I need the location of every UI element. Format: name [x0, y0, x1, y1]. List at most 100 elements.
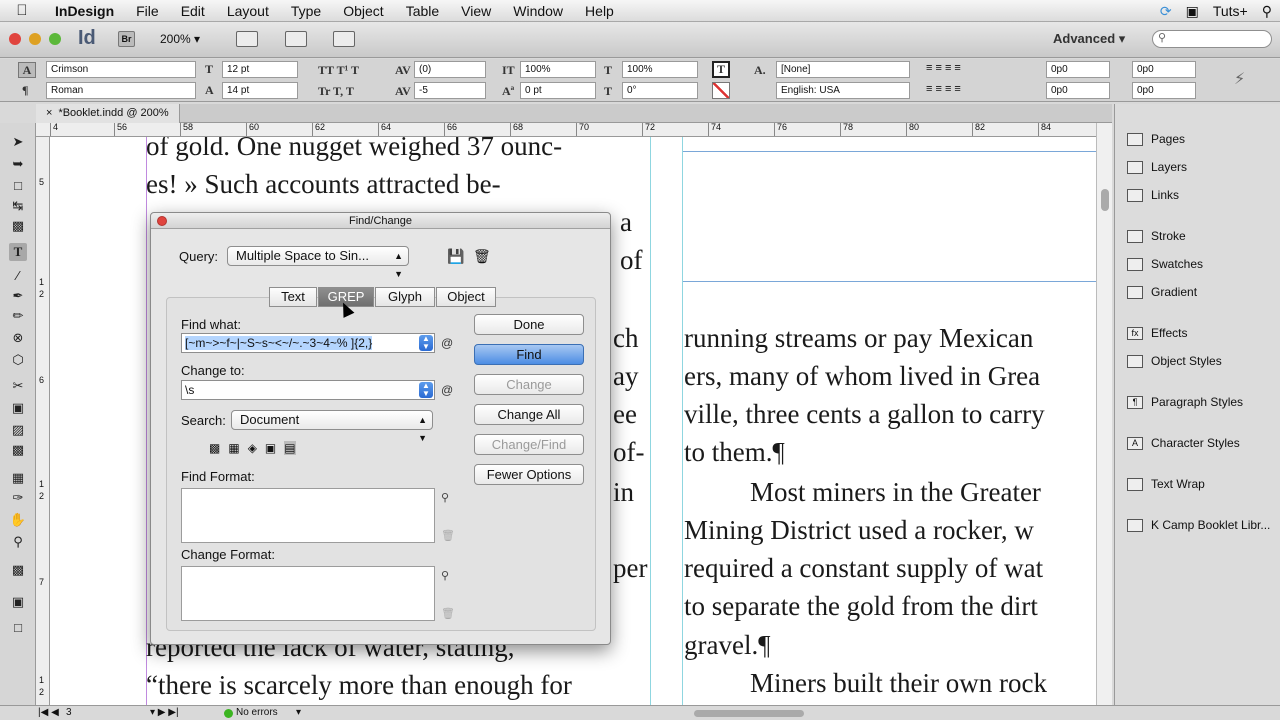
panel-pages[interactable]: Pages: [1127, 132, 1185, 146]
include-hidden-layers-icon[interactable]: ◈: [248, 441, 257, 455]
selection-tool-icon[interactable]: ➤: [9, 133, 27, 151]
panel-paragraph-styles[interactable]: ¶ Paragraph Styles: [1127, 395, 1243, 409]
kerning-field[interactable]: (0): [414, 61, 486, 78]
panel-links[interactable]: Links: [1127, 188, 1179, 202]
preflight-menu-icon[interactable]: ▾: [296, 707, 301, 718]
zoom-level-select[interactable]: 200% ▾: [160, 32, 200, 46]
search-scope-select[interactable]: Document ▲ ▼: [231, 410, 433, 443]
scissors-tool-icon[interactable]: ✂: [9, 377, 27, 395]
screen-mode-icon[interactable]: [285, 31, 307, 47]
direct-selection-tool-icon[interactable]: ➥: [9, 155, 27, 173]
apply-none-icon[interactable]: ▣: [9, 593, 27, 611]
eyedropper-tool-icon[interactable]: ✑: [9, 489, 27, 507]
change-to-history-icon[interactable]: ▲ ▼: [419, 382, 433, 398]
panel-text-wrap[interactable]: Text Wrap: [1127, 477, 1205, 491]
fill-stroke-icon[interactable]: ▩: [9, 561, 27, 579]
menu-table[interactable]: Table: [395, 0, 450, 22]
normal-view-icon[interactable]: □: [9, 619, 27, 637]
last-line-indent-field[interactable]: 0p0: [1132, 82, 1196, 99]
paragraph-justify-buttons[interactable]: ≡ ≡ ≡ ≡: [926, 83, 1022, 99]
menu-type[interactable]: Type: [280, 0, 332, 22]
tab-object[interactable]: Object: [436, 287, 496, 307]
change-all-button[interactable]: Change All: [474, 404, 584, 425]
left-indent-field[interactable]: 0p0: [1046, 61, 1110, 78]
character-formatting-icon[interactable]: A: [18, 62, 36, 78]
language-field[interactable]: English: USA: [776, 82, 910, 99]
zoom-tool-icon[interactable]: ⚲: [9, 533, 27, 551]
content-collector-icon[interactable]: ▩: [9, 217, 27, 235]
query-select[interactable]: Multiple Space to Sin... ▲ ▼: [227, 246, 409, 279]
free-transform-tool-icon[interactable]: ▣: [9, 399, 27, 417]
next-page-icon[interactable]: ▾ ▶ ▶|: [150, 707, 179, 718]
menu-window[interactable]: Window: [502, 0, 574, 22]
fewer-options-button[interactable]: Fewer Options: [474, 464, 584, 485]
spotlight-search-icon[interactable]: ⚲: [1262, 3, 1272, 20]
change-special-characters-icon[interactable]: @: [441, 383, 455, 397]
gradient-feather-tool-icon[interactable]: ▩: [9, 441, 27, 459]
clear-change-format-icon[interactable]: 🗑: [441, 607, 455, 620]
save-query-icon[interactable]: 💾: [447, 248, 464, 265]
camera-icon[interactable]: ▣: [1186, 3, 1199, 20]
character-style-field[interactable]: [None]: [776, 61, 910, 78]
font-family-field[interactable]: Crimson: [46, 61, 196, 78]
font-style-field[interactable]: Roman: [46, 82, 196, 99]
rectangle-frame-tool-icon[interactable]: ⊗: [9, 329, 27, 347]
delete-query-icon[interactable]: 🗑: [473, 248, 491, 265]
window-minimize-button[interactable]: [29, 33, 41, 45]
specify-change-format-icon[interactable]: ⚲: [441, 569, 449, 582]
find-button[interactable]: Find: [474, 344, 584, 365]
note-tool-icon[interactable]: ▦: [9, 469, 27, 487]
small-caps-icon[interactable]: Tr T, T: [318, 84, 354, 99]
include-footnotes-icon[interactable]: ▤: [284, 441, 296, 455]
skew-field[interactable]: 0°: [622, 82, 698, 99]
text-stroke-icon[interactable]: [712, 82, 730, 99]
pen-tool-icon[interactable]: ✒: [9, 287, 27, 305]
window-close-button[interactable]: [9, 33, 21, 45]
panel-stroke[interactable]: Stroke: [1127, 229, 1186, 243]
type-tool-icon[interactable]: T: [9, 243, 27, 261]
view-options-icon[interactable]: [236, 31, 258, 47]
gap-tool-icon[interactable]: ↹: [9, 197, 27, 215]
menu-edit[interactable]: Edit: [170, 0, 216, 22]
font-size-field[interactable]: 12 pt: [222, 61, 298, 78]
dialog-close-button[interactable]: [157, 216, 167, 226]
window-zoom-button[interactable]: [49, 33, 61, 45]
text-fill-icon[interactable]: T: [712, 61, 730, 78]
leading-field[interactable]: 14 pt: [222, 82, 298, 99]
scroll-thumb[interactable]: [1101, 189, 1109, 211]
page-number[interactable]: 3: [66, 707, 72, 718]
include-locked-stories-icon[interactable]: ▦: [228, 441, 239, 455]
panel-layers[interactable]: Layers: [1127, 160, 1187, 174]
sync-icon[interactable]: ⟳: [1160, 3, 1172, 20]
paragraph-align-buttons[interactable]: ≡ ≡ ≡ ≡: [926, 62, 1022, 78]
specify-find-format-icon[interactable]: ⚲: [441, 491, 449, 504]
change-find-button[interactable]: Change/Find: [474, 434, 584, 455]
tab-glyph[interactable]: Glyph: [375, 287, 435, 307]
vertical-scrollbar[interactable]: [1096, 123, 1112, 705]
menu-object[interactable]: Object: [332, 0, 394, 22]
bridge-button[interactable]: Br: [118, 31, 135, 47]
baseline-shift-field[interactable]: 0 pt: [520, 82, 596, 99]
close-icon[interactable]: ×: [46, 107, 52, 119]
menu-view[interactable]: View: [450, 0, 502, 22]
preflight-errors[interactable]: No errors: [236, 707, 278, 718]
pencil-tool-icon[interactable]: ✏: [9, 307, 27, 325]
menu-layout[interactable]: Layout: [216, 0, 280, 22]
include-master-pages-icon[interactable]: ▣: [265, 441, 276, 455]
horizontal-scale-field[interactable]: 100%: [622, 61, 698, 78]
find-special-characters-icon[interactable]: @: [441, 336, 455, 350]
clear-find-format-icon[interactable]: 🗑: [441, 529, 455, 542]
include-locked-layers-icon[interactable]: ▩: [209, 441, 220, 455]
paragraph-formatting-icon[interactable]: ¶: [22, 83, 28, 98]
panel-library[interactable]: K Camp Booklet Libr...: [1127, 518, 1270, 532]
menu-help[interactable]: Help: [574, 0, 625, 22]
hand-tool-icon[interactable]: ✋: [9, 511, 27, 529]
gradient-swatch-tool-icon[interactable]: ▨: [9, 421, 27, 439]
arrange-documents-icon[interactable]: [333, 31, 355, 47]
apple-menu-icon[interactable]: : [0, 2, 44, 19]
page-tool-icon[interactable]: □: [9, 177, 27, 195]
panel-gradient[interactable]: Gradient: [1127, 285, 1197, 299]
polygon-tool-icon[interactable]: ⬡: [9, 351, 27, 369]
find-what-input[interactable]: [~m~>~f~|~S~s~<~/~.~3~4~% ]{2,} ▲ ▼: [181, 333, 435, 353]
panel-object-styles[interactable]: Object Styles: [1127, 354, 1222, 368]
